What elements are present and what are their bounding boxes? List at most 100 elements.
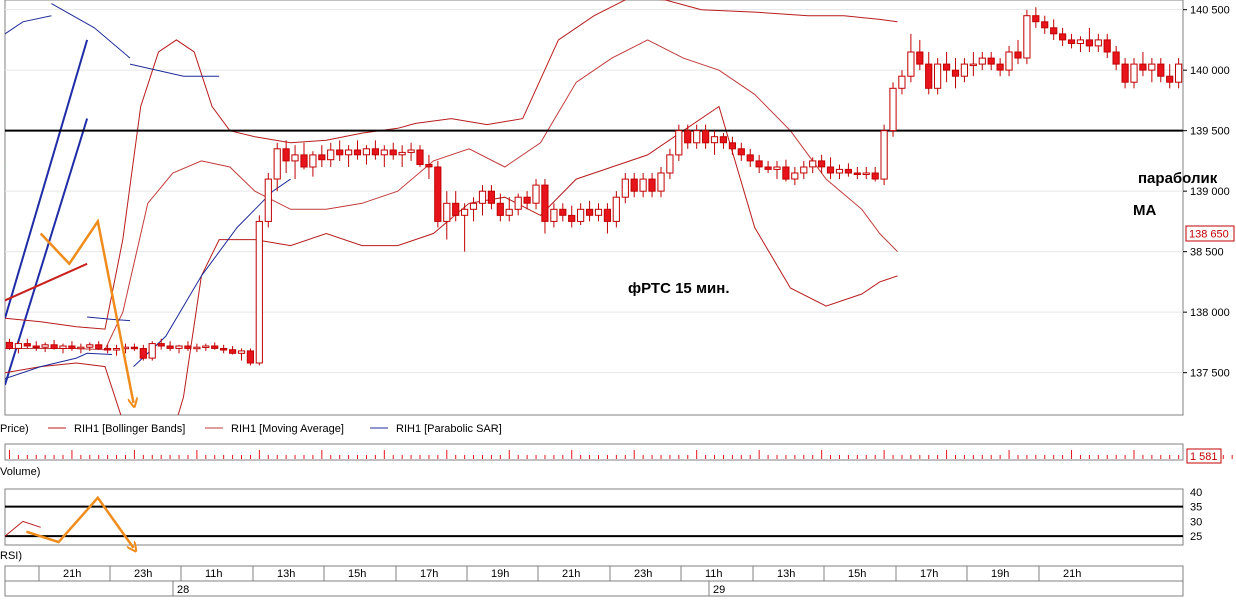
candle-body — [1041, 21, 1049, 29]
candle — [434, 160, 442, 228]
candle-body — [220, 348, 228, 351]
candle-body — [291, 154, 299, 162]
candle-body — [487, 190, 495, 204]
candle-body — [68, 345, 76, 349]
candle-body — [871, 172, 879, 180]
candle-body — [246, 350, 255, 364]
candle-body — [532, 184, 540, 204]
candle — [880, 124, 888, 186]
candle-body — [541, 184, 549, 222]
candle-body — [1112, 51, 1120, 65]
candle-body — [818, 160, 826, 168]
candle-body — [550, 208, 558, 222]
candle-body — [1059, 33, 1067, 41]
candle-body — [1148, 63, 1156, 71]
candle-body — [853, 172, 861, 175]
candle-body — [389, 149, 397, 156]
candle — [246, 348, 255, 366]
candle-body — [800, 166, 808, 174]
candle-body — [621, 178, 629, 198]
legend-parabolic-sar: RIH1 [Parabolic SAR] — [396, 423, 502, 435]
candle-body — [112, 348, 121, 351]
candle-body — [594, 208, 603, 216]
candle-body — [559, 208, 567, 216]
legend-row: Price) RIH1 [Bollinger Bands] RIH1 [Movi… — [0, 417, 1183, 439]
candle-body — [41, 344, 49, 348]
candle-body — [416, 149, 424, 165]
candle-body — [50, 344, 58, 349]
candle-body — [309, 154, 317, 168]
candle-body — [380, 149, 388, 156]
candle-body — [1085, 39, 1094, 47]
candle-body — [764, 166, 772, 170]
hour-tick-label: 17h — [420, 568, 438, 580]
candle-body — [345, 149, 353, 156]
candle-body — [139, 348, 147, 359]
candle-body — [104, 348, 112, 351]
rsi-label: RSI) — [0, 550, 22, 562]
candle-body — [229, 349, 237, 354]
candle-body — [148, 343, 156, 359]
candle-body — [5, 341, 13, 349]
candle-body — [514, 196, 522, 210]
price-tick-label: 140 000 — [1190, 65, 1230, 77]
candle-body — [77, 346, 85, 350]
last-price-tag: 138 650 — [1185, 225, 1235, 242]
hour-tick-label: 19h — [991, 568, 1009, 580]
rsi-tick-label: 30 — [1190, 516, 1202, 528]
candle-body — [1032, 15, 1040, 23]
candle-body — [702, 130, 710, 144]
hour-tick-label: 23h — [634, 568, 652, 580]
candle-body — [666, 154, 674, 174]
candle-body — [728, 142, 736, 150]
candle-body — [1014, 51, 1022, 59]
candle-body — [273, 148, 281, 180]
candle-body — [23, 343, 31, 347]
volume-plot-frame — [4, 443, 1184, 461]
legend-price: Price) — [0, 423, 29, 435]
last-price-label: 138 650 — [1189, 229, 1229, 241]
candle — [264, 173, 272, 228]
date-tick-label: 29 — [713, 584, 725, 596]
candle-body — [1175, 63, 1183, 83]
candle-body — [934, 63, 942, 89]
candle-body — [193, 346, 201, 350]
candle-body — [1121, 63, 1129, 83]
volume-label: Volume) — [0, 466, 40, 478]
candle-body — [1157, 63, 1165, 77]
candle-body — [925, 63, 933, 89]
candle-body — [675, 130, 683, 156]
candle-body — [130, 346, 139, 350]
hour-tick-label: 21h — [1063, 568, 1081, 580]
candle-body — [1067, 39, 1076, 45]
price-tick-label: 38 500 — [1190, 247, 1224, 259]
candle-body — [398, 151, 406, 156]
candle-body — [657, 172, 665, 192]
chart-title-annotation: фРТС 15 мин. — [628, 280, 730, 297]
candle-body — [710, 136, 719, 144]
candle-body — [737, 148, 745, 156]
candle-body — [211, 345, 219, 349]
chart-stage: 137 500 138 000 38 500 139 000 139 500 140 00… — [0, 0, 1236, 600]
hour-tick-label: 19h — [491, 568, 509, 580]
candle-body — [407, 149, 415, 153]
candle-body — [746, 154, 754, 162]
candle-body — [443, 202, 451, 222]
hour-tick-label: 21h — [63, 568, 81, 580]
candle-body — [773, 166, 781, 170]
candle-body — [175, 345, 183, 349]
candle-body — [568, 214, 576, 222]
candle-body — [95, 344, 103, 349]
candle-body — [951, 69, 960, 77]
candle-body — [889, 87, 897, 132]
hour-tick-label: 17h — [920, 568, 938, 580]
candle-body — [791, 172, 799, 180]
date-tick-label: 28 — [177, 584, 189, 596]
hour-tick-label: 11h — [705, 568, 723, 580]
hour-tick-label: 21h — [562, 568, 580, 580]
candle-body — [907, 51, 915, 77]
candle-body — [166, 345, 174, 349]
candle-body — [1050, 27, 1058, 35]
candle-body — [353, 149, 362, 156]
candle-body — [425, 164, 433, 168]
